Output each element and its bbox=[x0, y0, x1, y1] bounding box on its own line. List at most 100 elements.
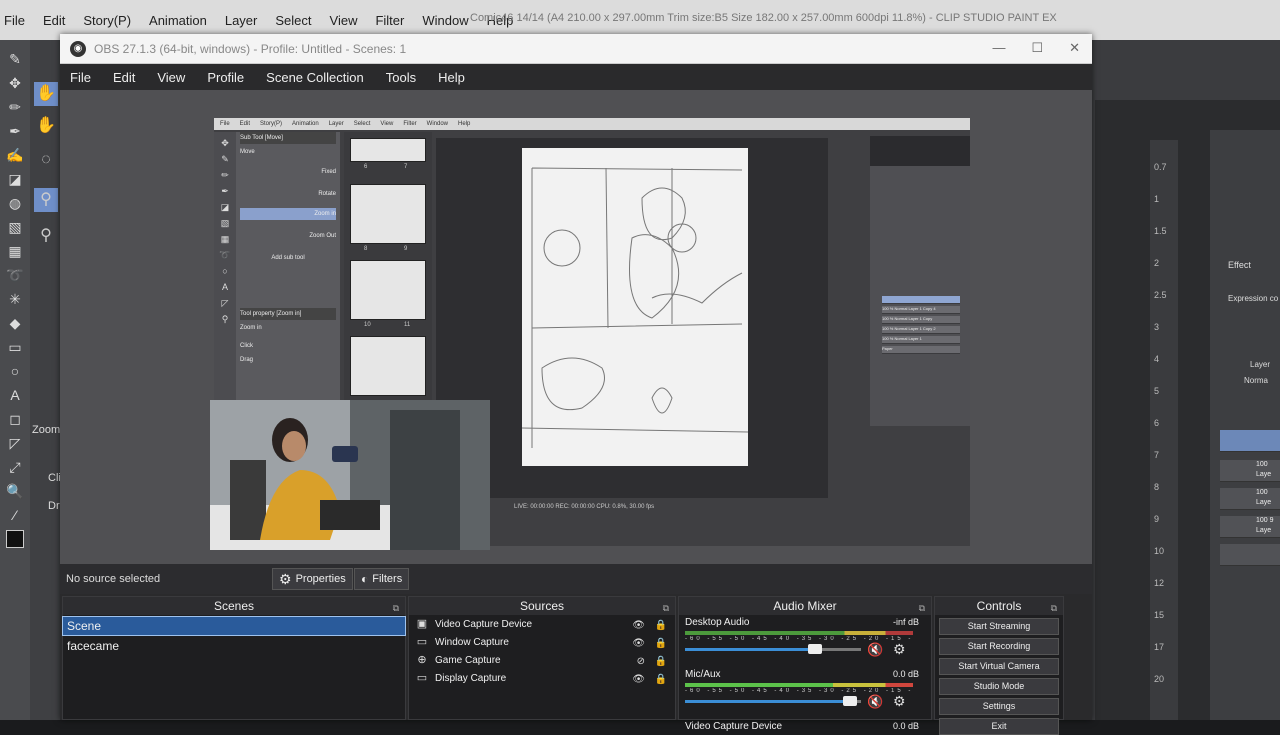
lock-icon[interactable]: 🔒 bbox=[655, 617, 667, 634]
obs-preview[interactable]: File Edit Story(P) Animation Layer Selec… bbox=[60, 90, 1092, 564]
obs-menu-edit[interactable]: Edit bbox=[113, 70, 135, 85]
volume-slider[interactable] bbox=[685, 644, 861, 654]
studio-mode-button[interactable]: Studio Mode bbox=[939, 678, 1059, 695]
obs-menu-scene-collection[interactable]: Scene Collection bbox=[266, 70, 364, 85]
preview-layer-row: Paper bbox=[882, 346, 960, 354]
source-item[interactable]: ▭ Window Capture 👁 🔒 bbox=[409, 634, 675, 651]
sources-dock: Sources ⧉ ▣ Video Capture Device 👁 🔒 ▭ Wi… bbox=[408, 596, 676, 720]
hand-grab-icon[interactable]: ✋ bbox=[34, 114, 58, 138]
select-tool-icon[interactable]: ⤢ bbox=[6, 458, 24, 476]
obs-menu-profile[interactable]: Profile bbox=[207, 70, 244, 85]
lasso-tool-icon[interactable]: ➰ bbox=[6, 266, 24, 284]
start-streaming-button[interactable]: Start Streaming bbox=[939, 618, 1059, 635]
obs-menu-tools[interactable]: Tools bbox=[386, 70, 416, 85]
csp-menu-window[interactable]: Window bbox=[422, 13, 468, 28]
gear-icon[interactable]: ⚙ bbox=[893, 693, 906, 710]
bucket-tool-icon[interactable]: ◆ bbox=[6, 314, 24, 332]
properties-button[interactable]: ⚙ Properties bbox=[272, 568, 353, 590]
move-tool-icon[interactable]: ✥ bbox=[6, 74, 24, 92]
eyedropper-tool-icon[interactable]: ⁄ bbox=[6, 506, 24, 524]
preview-tool-icon: ⚲ bbox=[221, 314, 229, 324]
preview-layer-row: 100 % Normal Layer 1 Copy 4 bbox=[882, 306, 960, 314]
zoom-tick-label: 0.7 bbox=[1154, 162, 1167, 172]
undock-icon[interactable]: ⧉ bbox=[393, 599, 399, 617]
zoom-tick-label: 10 bbox=[1154, 546, 1165, 556]
maximize-icon[interactable]: ☐ bbox=[1031, 40, 1043, 56]
csp-zoom-slider[interactable]: 0.7 1 1.5 2 2.5 3 4 5 6 7 8 9 10 12 15 17 20 bbox=[1150, 140, 1178, 720]
csp-layer-row[interactable]: 100 9 Laye bbox=[1220, 516, 1280, 538]
rotate-icon[interactable]: ◌ bbox=[34, 148, 58, 172]
csp-layer-row[interactable]: 100 Laye bbox=[1220, 460, 1280, 482]
close-icon[interactable]: ✕ bbox=[1069, 40, 1080, 56]
csp-layer-row[interactable] bbox=[1220, 544, 1280, 566]
visibility-eye-icon[interactable]: 👁 bbox=[632, 635, 645, 652]
settings-button[interactable]: Settings bbox=[939, 698, 1059, 715]
ellipse-tool-icon[interactable]: ○ bbox=[6, 362, 24, 380]
scene-item[interactable]: facecame bbox=[63, 637, 405, 655]
eraser-tool-icon[interactable]: ◪ bbox=[6, 170, 24, 188]
blend-tool-icon[interactable]: ◍ bbox=[6, 194, 24, 212]
start-recording-button[interactable]: Start Recording bbox=[939, 638, 1059, 655]
balloon-tool-icon[interactable]: ◻ bbox=[6, 410, 24, 428]
gradient-tool-icon[interactable]: ▭ bbox=[6, 338, 24, 356]
lock-icon[interactable]: 🔒 bbox=[655, 671, 667, 688]
text-tool-icon[interactable]: A bbox=[6, 386, 24, 404]
csp-right-label-layer: Layer bbox=[1250, 360, 1271, 369]
camera-icon: ▣ bbox=[416, 618, 428, 630]
obs-menu-view[interactable]: View bbox=[157, 70, 185, 85]
lock-icon[interactable]: 🔒 bbox=[655, 635, 667, 652]
zoom-tick-label: 1 bbox=[1154, 194, 1160, 204]
mixer-channel: Desktop Audio -inf dB -60 -55 -50 -45 -4… bbox=[679, 615, 931, 667]
csp-right-label-effect: Effect bbox=[1228, 260, 1251, 270]
pen-tool-icon[interactable]: ✎ bbox=[6, 50, 24, 68]
webcam-image bbox=[210, 400, 490, 550]
obs-source-toolbar: No source selected ⚙ Properties ◐ Filter… bbox=[60, 564, 1092, 594]
muted-speaker-icon[interactable]: 🔇 bbox=[867, 642, 883, 658]
exit-button[interactable]: Exit bbox=[939, 718, 1059, 735]
csp-menu-select[interactable]: Select bbox=[275, 13, 311, 28]
scene-item[interactable]: Scene bbox=[62, 616, 406, 636]
source-item[interactable]: ⊕ Game Capture ⊘ 🔒 bbox=[409, 652, 675, 669]
csp-menu-file[interactable]: File bbox=[4, 13, 25, 28]
frame-tool-icon[interactable]: ▦ bbox=[6, 242, 24, 260]
pencil-tool-icon[interactable]: ✏ bbox=[6, 98, 24, 116]
ruler-tool-icon[interactable]: ◸ bbox=[6, 434, 24, 452]
csp-menu-story[interactable]: Story(P) bbox=[83, 13, 131, 28]
volume-slider-fill bbox=[685, 648, 823, 651]
undock-icon[interactable]: ⧉ bbox=[663, 599, 669, 617]
gear-icon[interactable]: ⚙ bbox=[893, 641, 906, 658]
marker-tool-icon[interactable]: ✒ bbox=[6, 122, 24, 140]
volume-slider-handle[interactable] bbox=[808, 644, 823, 654]
csp-layer-row[interactable]: 100 Laye bbox=[1220, 488, 1280, 510]
main-color-swatch[interactable] bbox=[6, 530, 24, 548]
volume-slider-handle[interactable] bbox=[843, 696, 858, 706]
csp-menu-layer[interactable]: Layer bbox=[225, 13, 258, 28]
visibility-eye-hidden-icon[interactable]: ⊘ bbox=[637, 653, 645, 670]
minimize-icon[interactable]: — bbox=[992, 40, 1005, 56]
undock-icon[interactable]: ⧉ bbox=[1051, 599, 1057, 617]
visibility-eye-icon[interactable]: 👁 bbox=[632, 617, 645, 634]
csp-layer-row[interactable] bbox=[1220, 430, 1280, 452]
csp-menu-view[interactable]: View bbox=[330, 13, 358, 28]
volume-slider[interactable] bbox=[685, 696, 861, 706]
filters-button[interactable]: ◐ Filters bbox=[354, 568, 410, 590]
brush-tool-icon[interactable]: ✍ bbox=[6, 146, 24, 164]
source-item[interactable]: ▭ Display Capture 👁 🔒 bbox=[409, 670, 675, 687]
csp-menu-animation[interactable]: Animation bbox=[149, 13, 207, 28]
zoom-tick-label: 1.5 bbox=[1154, 226, 1167, 236]
fill-tool-icon[interactable]: ▧ bbox=[6, 218, 24, 236]
csp-menu-filter[interactable]: Filter bbox=[375, 13, 404, 28]
sparkle-tool-icon[interactable]: ✳ bbox=[6, 290, 24, 308]
csp-menu-edit[interactable]: Edit bbox=[43, 13, 65, 28]
start-virtual-camera-button[interactable]: Start Virtual Camera bbox=[939, 658, 1059, 675]
zoom-out-icon[interactable]: ⚲ bbox=[34, 224, 58, 248]
lock-icon[interactable]: 🔒 bbox=[655, 653, 667, 670]
obs-menu-help[interactable]: Help bbox=[438, 70, 465, 85]
hand-icon[interactable]: ✋ bbox=[34, 82, 58, 106]
muted-speaker-icon[interactable]: 🔇 bbox=[867, 694, 883, 710]
zoom-in-icon[interactable]: ⚲ bbox=[34, 188, 58, 212]
obs-menu-file[interactable]: File bbox=[70, 70, 91, 85]
visibility-eye-icon[interactable]: 👁 bbox=[632, 671, 645, 688]
zoom-tool-icon[interactable]: 🔍 bbox=[6, 482, 24, 500]
source-item[interactable]: ▣ Video Capture Device 👁 🔒 bbox=[409, 616, 675, 633]
